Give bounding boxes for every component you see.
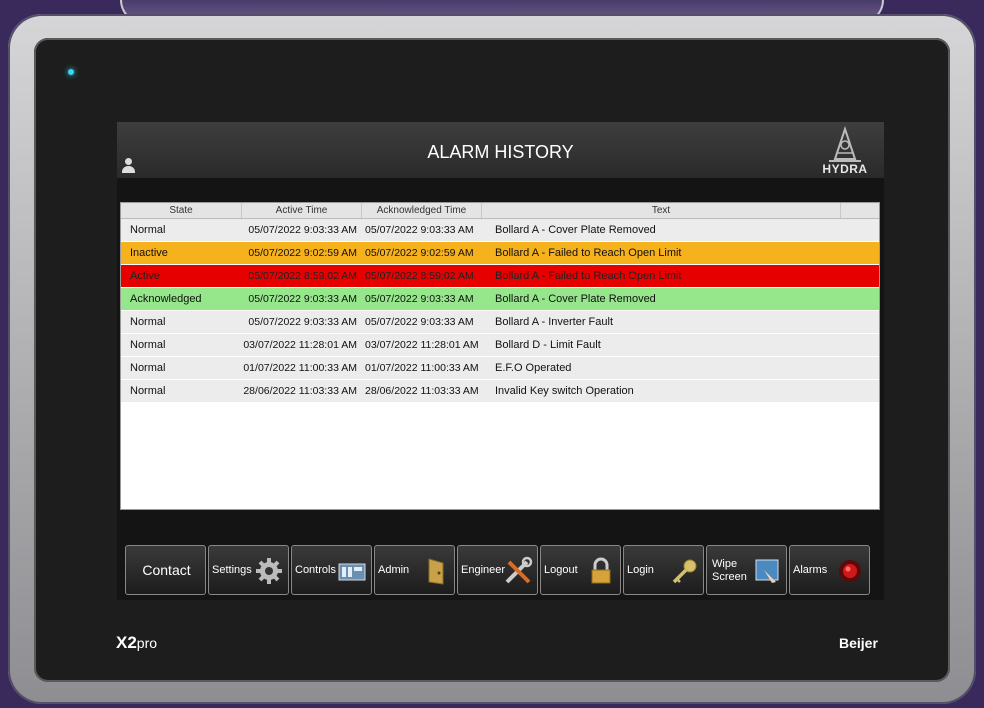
cell-active-time: 28/06/2022 11:03:33 AM xyxy=(243,385,357,397)
table-row[interactable]: Normal 05/07/2022 9:03:33 AM 05/07/2022 9:… xyxy=(121,219,879,241)
device-model-label: X2pro xyxy=(116,633,158,652)
tools-icon xyxy=(505,556,533,584)
cell-text: E.F.O Operated xyxy=(495,362,572,374)
contact-button[interactable]: Contact xyxy=(125,545,206,595)
wipe-screen-icon xyxy=(755,559,779,583)
table-row[interactable]: Normal 05/07/2022 9:03:33 AM 05/07/2022 9:… xyxy=(121,311,879,333)
column-header-spacer xyxy=(841,203,879,218)
table-row[interactable]: Normal 28/06/2022 11:03:33 AM 28/06/2022 1… xyxy=(121,380,879,402)
controls-button[interactable]: Controls xyxy=(291,545,372,595)
alarms-button-label: Alarms xyxy=(793,564,828,576)
cell-active-time: 05/07/2022 9:02:59 AM xyxy=(248,247,357,259)
logout-button-label: Logout xyxy=(544,564,578,576)
gear-icon xyxy=(256,558,282,584)
column-header-active-time[interactable]: Active Time xyxy=(242,203,362,218)
cell-acknowledged-time: 03/07/2022 11:28:01 AM xyxy=(365,339,479,351)
settings-button[interactable]: Settings xyxy=(208,545,289,595)
table-row[interactable]: Acknowledged 05/07/2022 9:03:33 AM 05/07/2… xyxy=(121,288,879,310)
cell-active-time: 05/07/2022 8:59:02 AM xyxy=(248,270,357,282)
user-icon[interactable] xyxy=(121,158,135,174)
cell-active-time: 03/07/2022 11:28:01 AM xyxy=(243,339,357,351)
manufacturer-logo: Beijer xyxy=(839,635,878,651)
cell-acknowledged-time: 01/07/2022 11:00:33 AM xyxy=(365,362,479,374)
cell-text: Bollard A - Failed to Reach Open Limit xyxy=(495,270,682,282)
wipe-screen-button[interactable]: Wipe Screen xyxy=(706,545,787,595)
door-icon xyxy=(428,558,444,585)
alarm-history-table: State Active Time Acknowledged Time Text… xyxy=(120,202,880,510)
cell-text: Invalid Key switch Operation xyxy=(495,385,634,397)
settings-button-label: Settings xyxy=(212,564,252,576)
wipe-screen-button-label: Wipe Screen xyxy=(712,558,747,583)
power-led-icon xyxy=(68,69,74,75)
table-row[interactable]: Normal 03/07/2022 11:28:01 AM 03/07/2022 1… xyxy=(121,334,879,356)
cell-active-time: 01/07/2022 11:00:33 AM xyxy=(243,362,357,374)
cell-state: Normal xyxy=(130,362,166,374)
cell-text: Bollard A - Cover Plate Removed xyxy=(495,293,656,305)
cell-acknowledged-time: 05/07/2022 9:02:59 AM xyxy=(365,247,474,259)
table-row[interactable]: Active 05/07/2022 8:59:02 AM 05/07/2022 8:… xyxy=(121,265,879,287)
cell-state: Active xyxy=(130,270,160,282)
hydra-logo-text: HYDRA xyxy=(822,162,868,176)
cell-active-time: 05/07/2022 9:03:33 AM xyxy=(248,224,357,236)
cell-state: Normal xyxy=(130,316,166,328)
cell-acknowledged-time: 28/06/2022 11:03:33 AM xyxy=(365,385,479,397)
admin-button[interactable]: Admin xyxy=(374,545,455,595)
cell-acknowledged-time: 05/07/2022 9:03:33 AM xyxy=(365,224,474,236)
login-button[interactable]: Login xyxy=(623,545,704,595)
hydra-logo: HYDRA xyxy=(813,125,877,177)
cell-state: Inactive xyxy=(130,247,168,259)
hmi-header: ALARM HISTORY HYDRA xyxy=(117,122,884,178)
key-icon xyxy=(672,559,697,584)
cell-state: Normal xyxy=(130,224,166,236)
table-body: Normal 05/07/2022 9:03:33 AM 05/07/2022 9:… xyxy=(121,219,879,402)
cell-text: Bollard A - Failed to Reach Open Limit xyxy=(495,247,682,259)
table-row[interactable]: Normal 01/07/2022 11:00:33 AM 01/07/2022 1… xyxy=(121,357,879,379)
contact-button-label: Contact xyxy=(142,562,191,578)
column-header-acknowledged-time[interactable]: Acknowledged Time xyxy=(362,203,482,218)
admin-button-label: Admin xyxy=(378,564,410,576)
cell-acknowledged-time: 05/07/2022 8:59:02 AM xyxy=(365,270,474,282)
logout-button[interactable]: Logout xyxy=(540,545,621,595)
page-title: ALARM HISTORY xyxy=(427,142,574,162)
cell-state: Normal xyxy=(130,339,166,351)
cell-state: Acknowledged xyxy=(130,293,202,305)
hmi-screen: ALARM HISTORY HYDRA State Active Time Ac… xyxy=(117,122,884,600)
table-header: State Active Time Acknowledged Time Text xyxy=(121,203,879,219)
cell-text: Bollard A - Cover Plate Removed xyxy=(495,224,656,236)
column-header-text[interactable]: Text xyxy=(482,203,841,218)
login-button-label: Login xyxy=(627,564,654,576)
controls-button-label: Controls xyxy=(295,564,336,576)
alarm-bell-icon xyxy=(839,560,861,582)
cell-acknowledged-time: 05/07/2022 9:03:33 AM xyxy=(365,293,474,305)
cell-active-time: 05/07/2022 9:03:33 AM xyxy=(248,293,357,305)
alarms-button[interactable]: Alarms xyxy=(789,545,870,595)
engineer-button[interactable]: Engineer xyxy=(457,545,538,595)
engineer-button-label: Engineer xyxy=(461,564,506,576)
navigation-button-bar: Contact Settings Controls Admin Engineer… xyxy=(125,545,872,597)
cell-state: Normal xyxy=(130,385,166,397)
padlock-icon xyxy=(591,557,611,584)
cell-acknowledged-time: 05/07/2022 9:03:33 AM xyxy=(365,316,474,328)
cell-active-time: 05/07/2022 9:03:33 AM xyxy=(248,316,357,328)
cell-text: Bollard A - Inverter Fault xyxy=(495,316,613,328)
control-panel-icon xyxy=(338,563,366,581)
table-row[interactable]: Inactive 05/07/2022 9:02:59 AM 05/07/2022 … xyxy=(121,242,879,264)
cell-text: Bollard D - Limit Fault xyxy=(495,339,601,351)
column-header-state[interactable]: State xyxy=(121,203,242,218)
